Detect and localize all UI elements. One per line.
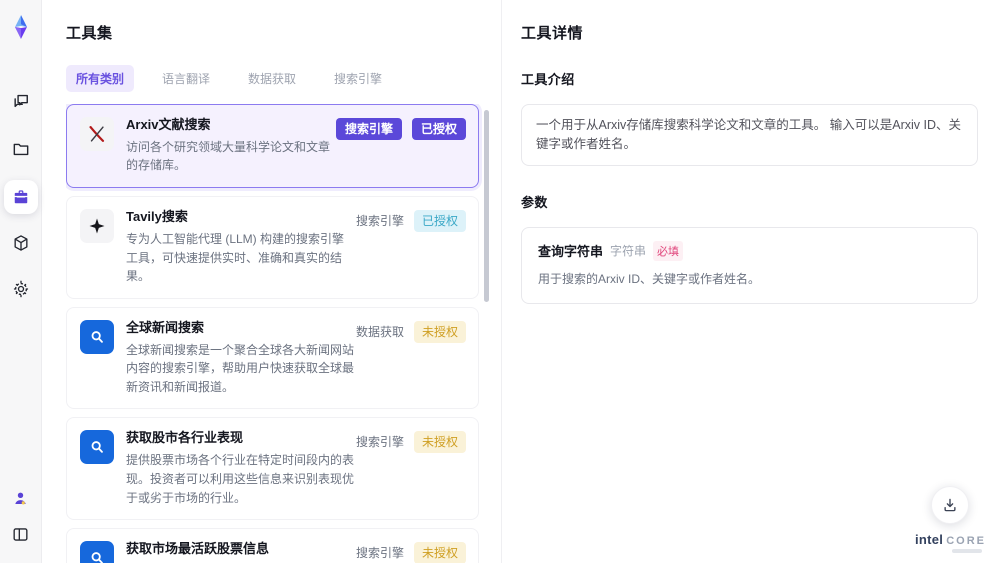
sidebar-item-models[interactable] — [6, 228, 36, 258]
category-badge: 搜索引擎 — [355, 435, 404, 450]
toolbox-icon — [14, 190, 27, 204]
page-title: 工具集 — [66, 25, 113, 42]
download-button[interactable] — [931, 486, 970, 524]
param-type: 字符串 — [610, 244, 647, 258]
split-panel-icon — [13, 527, 28, 541]
param-description: 用于搜索的Arxiv ID、关键字或作者姓名。 — [538, 271, 761, 286]
logo-gem-icon — [14, 15, 27, 39]
sidebar-item-chat[interactable] — [6, 86, 36, 116]
tool-name: 获取股市各行业表现 — [126, 430, 244, 446]
sidebar-item-settings[interactable] — [6, 274, 36, 304]
app-logo[interactable] — [4, 10, 38, 44]
category-badge: 数据获取 — [355, 324, 404, 339]
folder-icon — [13, 143, 28, 156]
cube-icon — [14, 235, 28, 251]
search-glyph-icon — [91, 330, 103, 343]
floating-footer: intel CORE — [915, 486, 986, 553]
sidebar-item-profile[interactable] — [6, 483, 36, 513]
brand-core: CORE — [946, 535, 986, 547]
category-badge: 搜索引擎 — [355, 214, 404, 229]
list-scrollbar-thumb[interactable] — [484, 110, 489, 302]
category-badge: 搜索引擎 — [335, 118, 402, 140]
auth-status-badge: 已授权 — [411, 118, 466, 140]
app-window: 工具集 所有类别 语言翻译 数据获取 搜索引擎 Arxiv文献搜索 访问各个研究领域大… — [0, 0, 1000, 563]
tavily-star-icon — [80, 209, 114, 244]
tool-description: 专为人工智能代理 (LLM) 构建的搜索引擎工具，可快速提供实时、准确和真实的结… — [126, 231, 345, 284]
brand-intel: intel — [914, 532, 944, 547]
icon-sidebar — [0, 0, 42, 563]
auth-status-badge: 已授权 — [413, 210, 466, 233]
blue-search-icon — [80, 319, 114, 354]
tool-name: 全球新闻搜索 — [126, 319, 205, 335]
parameter-card: 查询字符串 字符串 必填 用于搜索的Arxiv ID、关键字或作者姓名。 — [521, 226, 978, 304]
category-tabs: 所有类别 语言翻译 数据获取 搜索引擎 — [66, 65, 489, 92]
tool-name: Arxiv文献搜索 — [126, 117, 211, 132]
tool-description: 全球新闻搜索是一个聚合全球各大新闻网站内容的搜索引擎，帮助用户快速获取全球最新资… — [126, 342, 355, 394]
category-badge: 搜索引擎 — [355, 546, 404, 561]
tool-card-3[interactable]: 获取股市各行业表现 提供股票市场各个行业在特定时间段内的表现。投资者可以利用这些… — [66, 417, 479, 521]
tool-list: Arxiv文献搜索 访问各个研究领域大量科学论文和文章的存储库。 搜索引擎 已授… — [66, 104, 489, 563]
param-required-badge: 必填 — [653, 240, 684, 261]
search-glyph-icon — [91, 441, 103, 454]
intro-text-box: 一个用于从Arxiv存储库搜索科学论文和文章的工具。 输入可以是Arxiv ID… — [521, 104, 978, 166]
sidebar-item-files[interactable] — [6, 134, 36, 164]
brand-subline — [952, 549, 983, 553]
tool-card-2[interactable]: 全球新闻搜索 全球新闻搜索是一个聚合全球各大新闻网站内容的搜索引擎，帮助用户快速… — [66, 306, 479, 410]
search-glyph-icon — [91, 552, 103, 563]
params-heading: 参数 — [521, 194, 548, 210]
intel-core-logo: intel CORE — [915, 532, 986, 547]
tool-detail-panel: 工具详情 工具介绍 一个用于从Arxiv存储库搜索科学论文和文章的工具。 输入可… — [502, 0, 1000, 563]
tool-card-0[interactable]: Arxiv文献搜索 访问各个研究领域大量科学论文和文章的存储库。 搜索引擎 已授… — [66, 104, 479, 189]
tavily-star-icon — [89, 218, 105, 234]
sidebar-item-tools[interactable] — [3, 180, 38, 214]
sidebar-item-collapse[interactable] — [6, 519, 36, 549]
tool-card-1[interactable]: Tavily搜索 专为人工智能代理 (LLM) 构建的搜索引擎工具，可快速提供实… — [66, 196, 479, 299]
tool-card-4[interactable]: 获取市场最活跃股票信息 提供当天交易量最高的股票列表。投资者可以利用这些信息来识… — [66, 528, 479, 563]
tab-1[interactable]: 语言翻译 — [152, 65, 220, 92]
blue-search-icon — [80, 430, 114, 465]
user-icon — [15, 492, 26, 504]
gear-icon — [13, 280, 28, 298]
detail-title: 工具详情 — [521, 25, 584, 42]
tab-2[interactable]: 数据获取 — [238, 65, 306, 92]
tool-name: 获取市场最活跃股票信息 — [126, 541, 270, 557]
arxiv-icon — [80, 117, 114, 151]
blue-search-icon — [80, 541, 114, 563]
tool-list-panel: 工具集 所有类别 语言翻译 数据获取 搜索引擎 Arxiv文献搜索 访问各个研究领域大… — [42, 0, 502, 563]
tab-0[interactable]: 所有类别 — [66, 65, 135, 92]
download-icon — [944, 498, 957, 512]
tool-description: 提供股票市场各个行业在特定时间段内的表现。投资者可以利用这些信息来识别表现优于或… — [126, 453, 355, 505]
param-name: 查询字符串 — [538, 244, 604, 259]
auth-status-badge: 未授权 — [413, 542, 466, 563]
arxiv-icon — [89, 126, 105, 142]
tool-name: Tavily搜索 — [126, 209, 188, 225]
tab-3[interactable]: 搜索引擎 — [324, 65, 392, 92]
intro-heading: 工具介绍 — [521, 72, 575, 87]
auth-status-badge: 未授权 — [413, 320, 466, 343]
auth-status-badge: 未授权 — [413, 431, 466, 454]
tool-description: 访问各个研究领域大量科学论文和文章的存储库。 — [126, 139, 331, 173]
chat-icon — [13, 94, 28, 108]
